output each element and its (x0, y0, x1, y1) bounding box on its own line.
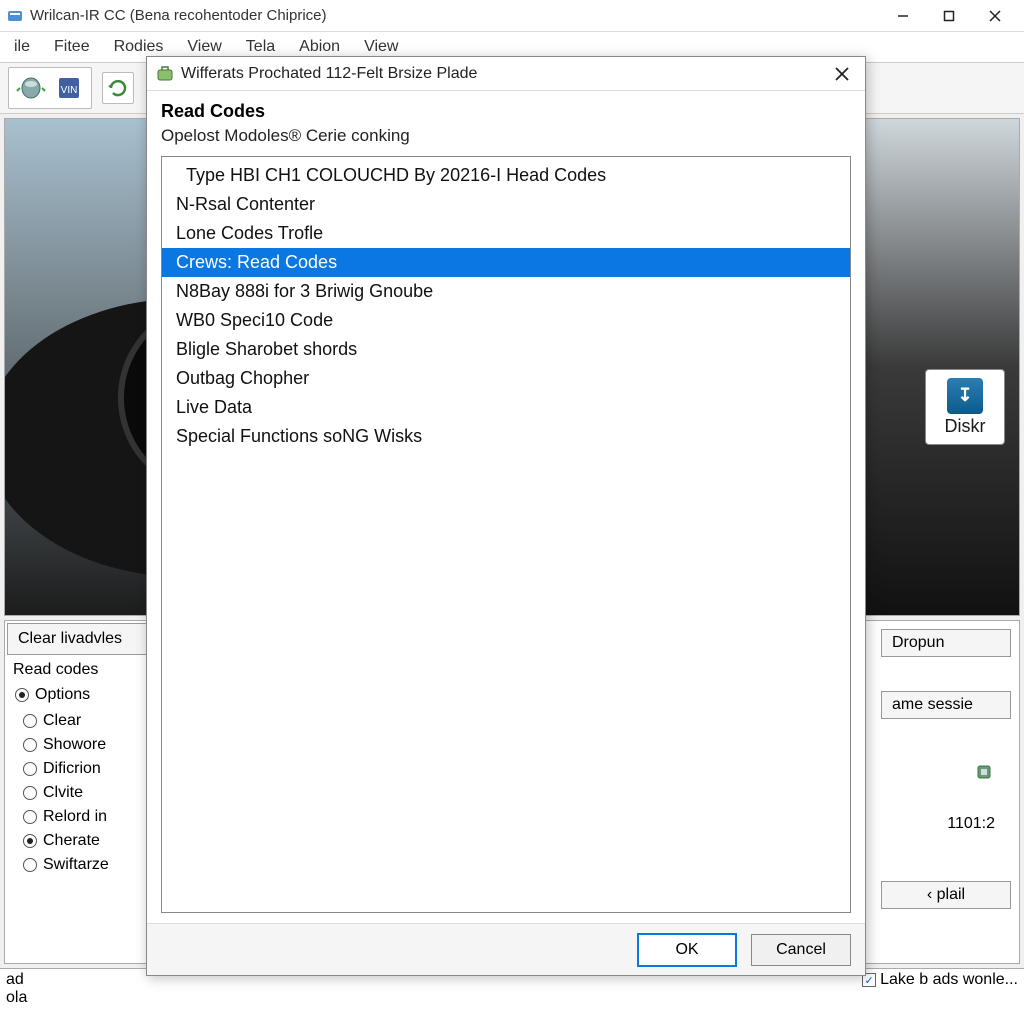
maximize-button[interactable] (926, 1, 972, 31)
radio-icon (23, 738, 37, 752)
list-item[interactable]: Special Functions soNG Wisks (162, 422, 850, 451)
cancel-button[interactable]: Cancel (751, 934, 851, 966)
app-icon (6, 7, 24, 25)
list-item[interactable]: N-Rsal Contenter (162, 190, 850, 219)
radio-icon (23, 762, 37, 776)
list-item[interactable]: Type HBI CH1 COLOUCHD By 20216-I Head Co… (162, 161, 850, 190)
radio-option[interactable]: Relord in (23, 805, 159, 829)
status-text-1: ad (6, 971, 24, 989)
menu-item[interactable]: Fitee (44, 36, 100, 58)
radio-icon (23, 714, 37, 728)
read-codes-dialog: Wifferats Prochated 112-Felt Brsize Plad… (146, 56, 866, 976)
status-checkbox[interactable]: ✓ Lake b ads wonle... (862, 971, 1018, 989)
diskr-label: Diskr (945, 416, 986, 437)
plail-button[interactable]: ‹ plail (881, 881, 1011, 909)
title-bar: Wrilcan-IR CC (Bena recohentoder Chipric… (0, 0, 1024, 32)
options-radio-list: Clear Showore Dificrion Clvite Relord in Cher… (5, 707, 163, 879)
dialog-title-bar: Wifferats Prochated 112-Felt Brsize Plad… (147, 57, 865, 91)
radio-label: Clvite (43, 784, 83, 802)
module-icon[interactable]: VIN (53, 72, 85, 104)
menu-item[interactable]: Tela (236, 36, 285, 58)
session-button[interactable]: ame sessie (881, 691, 1011, 719)
dialog-title: Wifferats Prochated 112-Felt Brsize Plad… (181, 65, 827, 83)
window-title: Wrilcan-IR CC (Bena recohentoder Chipric… (30, 7, 880, 24)
list-item[interactable]: N8Bay 888i for 3 Briwig Gnoube (162, 277, 850, 306)
codes-list[interactable]: Type HBI CH1 COLOUCHD By 20216-I Head Co… (161, 156, 851, 913)
code-number: 1101:2 (947, 815, 995, 833)
list-item[interactable]: Outbag Chopher (162, 364, 850, 393)
read-codes-label: Read codes (5, 657, 163, 683)
dialog-body: Read Codes Opelost Modoles® Cerie conkin… (147, 91, 865, 923)
clear-livadvles-button[interactable]: Clear livadvles (7, 623, 161, 655)
radio-icon (15, 688, 29, 702)
menu-item[interactable]: ile (4, 36, 40, 58)
list-item[interactable]: WB0 Speci10 Code (162, 306, 850, 335)
radio-label: Swiftarze (43, 856, 109, 874)
left-panel: Clear livadvles Read codes Options Clear… (4, 620, 164, 964)
menu-item[interactable]: View (177, 36, 231, 58)
dropun-button[interactable]: Dropun (881, 629, 1011, 657)
radio-option[interactable]: Clvite (23, 781, 159, 805)
dialog-close-button[interactable] (827, 59, 857, 89)
chip-icon (973, 761, 995, 783)
radio-icon (23, 810, 37, 824)
options-header[interactable]: Options (5, 683, 163, 707)
toolbar-group: VIN (8, 67, 92, 109)
diskr-icon: ↧ (947, 378, 983, 414)
list-item[interactable]: Crews: Read Codes (162, 248, 850, 277)
status-text-2: ola (6, 989, 27, 1007)
close-button[interactable] (972, 1, 1018, 31)
menu-item[interactable]: Rodies (104, 36, 174, 58)
ok-button[interactable]: OK (637, 933, 737, 967)
svg-text:VIN: VIN (61, 85, 78, 96)
radio-option[interactable]: Showore (23, 733, 159, 757)
status-check-label: Lake b ads wonle... (880, 971, 1018, 989)
dialog-subtitle: Opelost Modoles® Cerie conking (161, 126, 851, 146)
radio-icon (23, 786, 37, 800)
radio-option[interactable]: Clear (23, 709, 159, 733)
radio-label: Relord in (43, 808, 107, 826)
radio-option[interactable]: Dificrion (23, 757, 159, 781)
device-icon[interactable] (15, 72, 47, 104)
radio-option[interactable]: Swiftarze (23, 853, 159, 877)
list-item[interactable]: Lone Codes Trofle (162, 219, 850, 248)
list-item[interactable]: Live Data (162, 393, 850, 422)
refresh-icon[interactable] (102, 72, 134, 104)
menu-item[interactable]: Abion (289, 36, 350, 58)
minimize-button[interactable] (880, 1, 926, 31)
menu-item[interactable]: View (354, 36, 408, 58)
radio-icon (23, 858, 37, 872)
radio-label: Showore (43, 736, 106, 754)
dialog-heading: Read Codes (161, 101, 851, 122)
dialog-buttons: OK Cancel (147, 923, 865, 975)
options-label: Options (35, 686, 90, 704)
radio-option[interactable]: Cherate (23, 829, 159, 853)
radio-icon (23, 834, 37, 848)
diskr-badge[interactable]: ↧ Diskr (925, 369, 1005, 445)
radio-label: Dificrion (43, 760, 101, 778)
window-controls (880, 1, 1018, 31)
status-bar: ad ✓ Lake b ads wonle... ola (0, 968, 1024, 1024)
list-item[interactable]: Bligle Sharobet shords (162, 335, 850, 364)
radio-label: Cherate (43, 832, 100, 850)
radio-label: Clear (43, 712, 81, 730)
dialog-icon (155, 64, 175, 84)
